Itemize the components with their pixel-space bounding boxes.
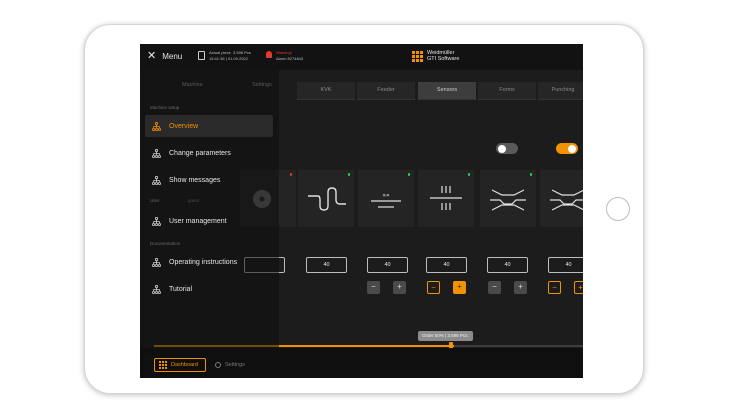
station-card[interactable]: »» — [358, 170, 414, 227]
tab-kvk[interactable]: KVK — [297, 82, 355, 100]
menu-item-user-management[interactable]: User management — [145, 210, 273, 232]
increment-button[interactable]: + — [574, 281, 583, 294]
value-input[interactable]: 40 — [367, 257, 408, 273]
top-bar: ✕ Menu Actual piece 3.596 Pcs 15:41:36 |… — [140, 44, 583, 70]
menu-item-change-parameters[interactable]: Change parameters — [145, 142, 273, 164]
hierarchy-icon — [152, 148, 161, 158]
increment-button[interactable]: + — [514, 281, 527, 294]
hierarchy-icon — [152, 284, 161, 294]
close-icon: ✕ — [147, 50, 157, 62]
menu-button[interactable]: ✕ Menu — [147, 50, 183, 62]
menu-item-operating-instructions[interactable]: Operating instructions — [145, 251, 273, 273]
value-input[interactable]: 40 — [487, 257, 528, 273]
menu-item-label: Tutorial — [169, 285, 193, 293]
menu-item-label: Overview — [169, 122, 199, 130]
piece-count: 3.596 Pcs — [233, 50, 251, 55]
value-input[interactable]: 40 — [426, 257, 467, 273]
bottom-nav: Dashboard Settings — [140, 348, 583, 378]
increment-button[interactable]: + — [393, 281, 406, 294]
dashboard-label: Dashboard — [171, 362, 198, 368]
decrement-button[interactable]: − — [488, 281, 501, 294]
settings-label: Settings — [225, 362, 245, 368]
section-documentation: Documentation — [150, 241, 181, 246]
hierarchy-icon — [152, 175, 161, 185]
brand-product: GTI Software — [427, 56, 460, 62]
side-menu: Machine Settings Machine setup Overview … — [140, 70, 279, 348]
weidmuller-logo-icon — [412, 50, 423, 62]
piece-date: 01.09.2022 — [227, 56, 248, 61]
menu-item-label: User management — [169, 217, 227, 225]
menu-item-tutorial[interactable]: Tutorial — [145, 278, 273, 300]
hierarchy-icon — [152, 121, 161, 131]
menu-item-show-messages[interactable]: Show messages — [145, 169, 273, 191]
menu-item-label: Show messages — [169, 176, 221, 184]
document-icon — [198, 51, 205, 60]
station-card[interactable] — [480, 170, 536, 227]
piece-time: 15:41:36 — [209, 56, 225, 61]
tab-feeder[interactable]: Feeder — [357, 82, 415, 100]
value-input[interactable]: 40 — [306, 257, 347, 273]
grid-icon — [159, 361, 167, 369]
progress-tooltip: Order 50% | 3.596 Pcs. — [418, 331, 473, 341]
decrement-button[interactable]: − — [548, 281, 561, 294]
crimp-icon — [490, 189, 526, 211]
station-card[interactable] — [298, 170, 354, 227]
crimp-icon — [550, 189, 583, 211]
piece-label: Actual piece — [209, 50, 231, 55]
menu-item-overview[interactable]: Overview — [145, 115, 273, 137]
arrow-line-icon: »» — [371, 192, 401, 208]
station-card[interactable] — [540, 170, 583, 227]
gear-icon — [215, 362, 221, 368]
station-card[interactable] — [418, 170, 474, 227]
hierarchy-icon — [152, 216, 161, 226]
home-button[interactable] — [606, 197, 630, 221]
increment-button[interactable]: + — [453, 281, 466, 294]
tab-machine[interactable]: Machine — [182, 82, 203, 88]
tab-forms[interactable]: Forms — [478, 82, 536, 100]
value-input[interactable]: 40 — [548, 257, 583, 273]
bell-icon — [266, 51, 272, 58]
toggle-switch-off[interactable] — [496, 143, 518, 154]
app-screen: ✕ Menu Actual piece 3.596 Pcs 15:41:36 |… — [140, 44, 583, 378]
section-machine-setup: Machine setup — [150, 105, 180, 110]
alarm-indicator[interactable]: Warning! Alarm 8274843 — [266, 50, 303, 62]
decrement-button[interactable]: − — [427, 281, 440, 294]
settings-button[interactable]: Settings — [215, 358, 245, 372]
tab-punching[interactable]: Punching — [538, 82, 583, 100]
menu-item-label: Operating instructions — [169, 258, 238, 266]
piece-counter: Actual piece 3.596 Pcs 15:41:36 | 01.09.… — [198, 50, 251, 62]
menu-item-label: Change parameters — [169, 149, 231, 157]
menu-label: Menu — [162, 51, 183, 61]
brand-logo: Weidmüller GTI Software — [412, 50, 459, 62]
svg-text:»»: »» — [382, 192, 390, 199]
tab-sensors[interactable]: Sensors — [418, 82, 476, 100]
double-bars-icon — [430, 186, 462, 210]
toggle-switch-on[interactable] — [556, 143, 578, 154]
serpentine-icon — [308, 187, 346, 211]
dashboard-button[interactable]: Dashboard — [154, 358, 206, 372]
hierarchy-icon — [152, 257, 161, 267]
section-user: User — [150, 198, 160, 203]
alarm-code: Alarm 8274843 — [276, 56, 304, 61]
decrement-button[interactable]: − — [367, 281, 380, 294]
user-chip: guest — [188, 198, 200, 203]
tab-settings[interactable]: Settings — [252, 82, 272, 88]
